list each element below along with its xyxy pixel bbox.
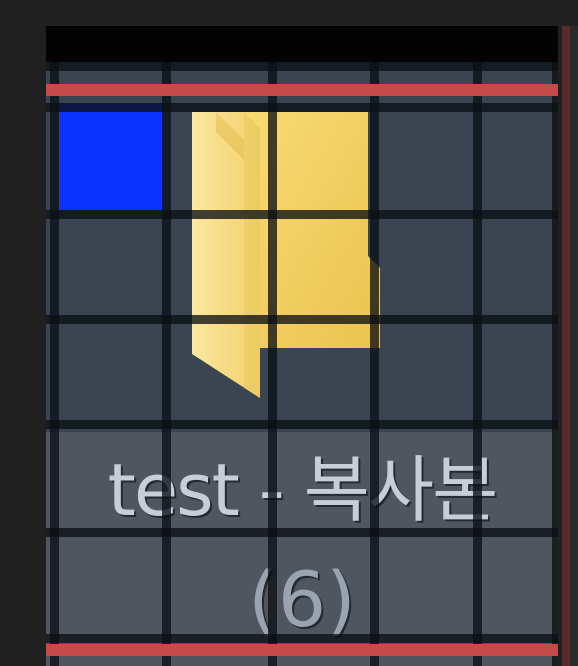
folder-item-tile[interactable]: test - 복사본 (6) (46, 62, 558, 666)
folder-edge-shadow (244, 112, 260, 398)
selection-blue-block (60, 104, 164, 210)
folder-icon[interactable] (186, 106, 386, 398)
grid-line-vertical (370, 62, 379, 666)
red-guide-top (46, 84, 558, 96)
red-guide-bottom (46, 644, 558, 656)
right-edge-shadow (570, 26, 578, 666)
grid-line-vertical (162, 62, 171, 666)
grid-line-vertical (50, 62, 59, 666)
folder-back-panel (244, 112, 380, 348)
grid-line-vertical (473, 62, 482, 666)
grid-line-vertical (268, 62, 277, 666)
zoomed-explorer-view: test - 복사본 (6) (0, 0, 578, 666)
grid-line-vertical (552, 62, 558, 666)
top-black-strip (46, 26, 558, 62)
